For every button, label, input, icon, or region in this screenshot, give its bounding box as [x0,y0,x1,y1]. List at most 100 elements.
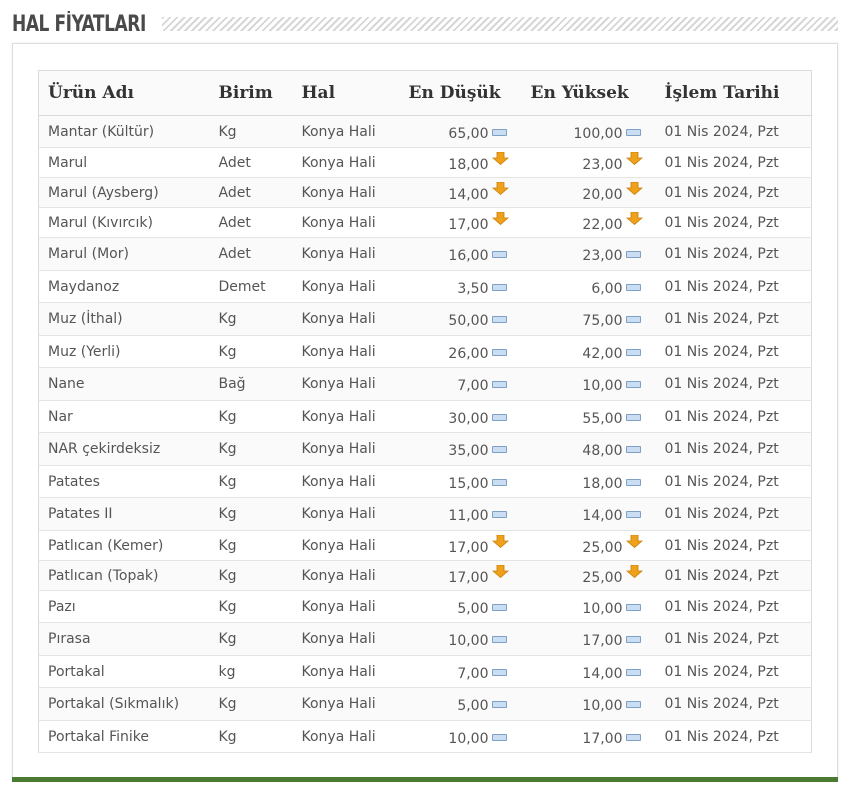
no-change-icon [625,246,642,262]
highest-price: 10,00 [521,367,656,401]
market: Konya Hali [292,622,400,656]
unit: Kg [209,400,293,433]
unit: Bağ [209,367,293,401]
lowest-price-value: 17,00 [448,539,489,556]
table-row: Patates II Kg Konya Hali 11,00 14,00 01 Nis 2… [38,497,812,531]
unit: kg [209,655,293,688]
lowest-price: 18,00 [399,147,522,178]
product-name: Marul [38,147,210,178]
down-arrow-icon [491,212,509,231]
no-change-icon [625,664,642,680]
lowest-price: 7,00 [399,367,522,401]
highest-price-value: 23,00 [582,156,623,173]
product-name: Portakal (Sıkmalık) [38,687,210,721]
no-change-icon [625,729,642,745]
highest-price-value: 75,00 [582,313,623,329]
trade-date: 01 Nis 2024, Pzt [655,302,812,336]
down-arrow-icon [625,182,643,201]
trade-date: 01 Nis 2024, Pzt [655,270,812,303]
no-change-icon [491,506,508,522]
lowest-price: 11,00 [399,497,522,531]
trade-date: 01 Nis 2024, Pzt [655,367,812,401]
product-name: Muz (İthal) [38,302,210,336]
market: Konya Hali [292,497,400,531]
lowest-price: 17,00 [399,530,522,561]
unit: Kg [209,590,293,623]
down-arrow-icon [625,535,643,554]
no-change-icon [625,409,642,425]
no-change-icon [625,631,642,647]
market: Konya Hali [292,335,400,368]
unit: Kg [209,687,293,721]
product-name: Nar [38,400,210,433]
highest-price: 75,00 [521,302,656,336]
product-name: Marul (Aysberg) [38,177,210,208]
trade-date: 01 Nis 2024, Pzt [655,560,812,591]
lowest-price-value: 7,00 [457,378,489,394]
table-row: Mantar (Kültür) Kg Konya Hali 65,00 100,00 01… [38,115,812,148]
lowest-price: 26,00 [399,335,522,368]
trade-date: 01 Nis 2024, Pzt [655,622,812,656]
section-title: HAL FİYATLARI [12,11,146,37]
unit: Kg [209,720,293,753]
product-name: Portakal Finike [38,720,210,753]
table-row: Patlıcan (Topak) Kg Konya Hali 17,00 25,00 01… [38,560,812,591]
lowest-price: 65,00 [399,115,522,148]
unit: Adet [209,207,293,238]
unit: Adet [209,147,293,178]
no-change-icon [491,311,508,327]
lowest-price-value: 18,00 [448,156,489,173]
trade-date: 01 Nis 2024, Pzt [655,432,812,466]
highest-price: 18,00 [521,465,656,498]
lowest-price: 7,00 [399,655,522,688]
lowest-price: 10,00 [399,622,522,656]
lowest-price-value: 3,50 [457,280,489,297]
lowest-price-value: 65,00 [448,125,489,142]
table-row: Nar Kg Konya Hali 30,00 55,00 01 Nis 2024, Pz… [38,400,812,433]
highest-price-value: 14,00 [582,508,623,524]
unit: Kg [209,335,293,368]
highest-price: 42,00 [521,335,656,368]
highest-price-value: 55,00 [582,410,623,427]
table-row: Marul Adet Konya Hali 18,00 23,00 01 Nis 2024… [38,147,812,178]
table-row: Muz (İthal) Kg Konya Hali 50,00 75,00 01 Nis … [38,302,812,336]
lowest-price-value: 50,00 [448,313,489,329]
market: Konya Hali [292,687,400,721]
product-name: Patates [38,465,210,498]
highest-price: 17,00 [521,622,656,656]
lowest-price: 30,00 [399,400,522,433]
trade-date: 01 Nis 2024, Pzt [655,497,812,531]
no-change-icon [491,409,508,425]
market: Konya Hali [292,302,400,336]
lowest-price-value: 10,00 [448,730,489,747]
lowest-price-value: 17,00 [448,216,489,233]
no-change-icon [491,631,508,647]
highest-price: 14,00 [521,655,656,688]
down-arrow-icon [491,152,509,171]
unit: Kg [209,622,293,656]
unit: Kg [209,560,293,591]
market: Konya Hali [292,720,400,753]
down-arrow-icon [625,152,643,171]
highest-price-value: 14,00 [582,665,623,682]
product-name: Mantar (Kültür) [38,115,210,148]
unit: Kg [209,530,293,561]
highest-price-value: 20,00 [582,186,623,203]
market: Konya Hali [292,207,400,238]
trade-date: 01 Nis 2024, Pzt [655,115,812,148]
market: Konya Hali [292,367,400,401]
highest-price-value: 17,00 [582,633,623,649]
header-market: Hal [292,70,400,116]
highest-price-value: 17,00 [582,730,623,747]
table-row: Marul (Mor) Adet Konya Hali 16,00 23,00 01 Ni… [38,237,812,271]
highest-price-value: 42,00 [582,345,623,362]
market: Konya Hali [292,465,400,498]
lowest-price: 17,00 [399,560,522,591]
no-change-icon [491,664,508,680]
lowest-price: 16,00 [399,237,522,271]
trade-date: 01 Nis 2024, Pzt [655,237,812,271]
no-change-icon [625,441,642,457]
trade-date: 01 Nis 2024, Pzt [655,687,812,721]
table-row: Portakal kg Konya Hali 7,00 14,00 01 Nis 2024… [38,655,812,688]
no-change-icon [491,599,508,615]
